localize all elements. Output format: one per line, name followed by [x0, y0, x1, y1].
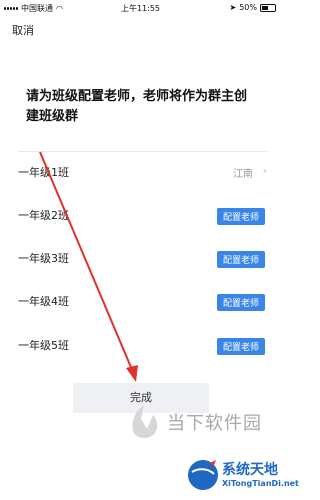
red-arrow-line — [39, 151, 134, 373]
watermark-text-top: 当下软件园 — [167, 413, 262, 434]
watermark-text-en: XiTongTianDi.net — [222, 479, 299, 488]
watermark-text-cn: 系统天地 — [222, 462, 278, 478]
watermark-globe-icon — [188, 460, 218, 490]
red-arrow-head-icon — [126, 365, 138, 382]
watermark-logo-icon — [132, 405, 158, 439]
